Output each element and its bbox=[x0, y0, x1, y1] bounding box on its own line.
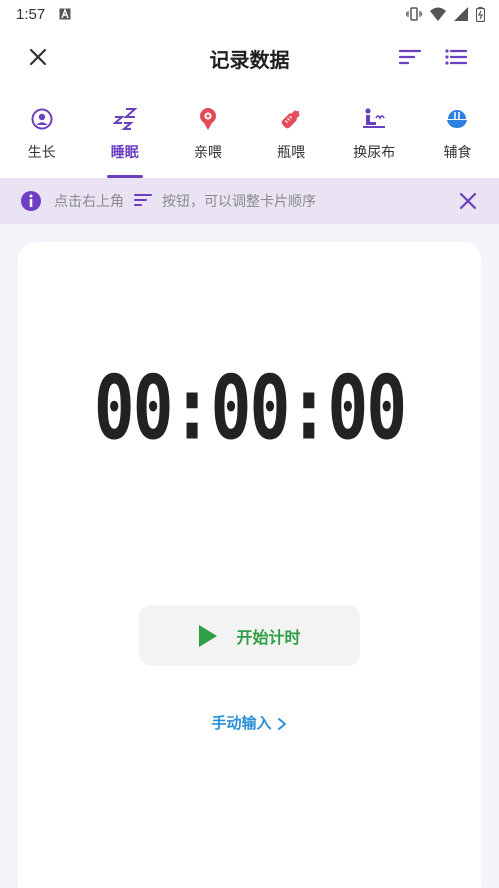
sort-button[interactable] bbox=[394, 43, 426, 75]
tab-solid-food[interactable]: 辅食 bbox=[416, 90, 499, 178]
tab-label: 瓶喂 bbox=[277, 144, 306, 160]
chevron-right-icon bbox=[276, 716, 288, 730]
status-right bbox=[406, 6, 485, 22]
tab-bottle[interactable]: 瓶喂 bbox=[250, 90, 333, 178]
timer-display: 00:00:00 bbox=[93, 358, 408, 461]
vibrate-icon bbox=[406, 6, 422, 22]
tip-banner: 点击右上角 按钮，可以调整卡片顺序 bbox=[0, 178, 499, 224]
start-timer-button[interactable]: 开始计时 bbox=[139, 605, 360, 666]
wifi-icon bbox=[430, 7, 446, 21]
diaper-change-icon bbox=[361, 106, 387, 132]
status-time: 1:57 bbox=[16, 5, 46, 23]
status-left: 1:57 bbox=[16, 5, 71, 24]
sort-icon bbox=[134, 192, 152, 210]
play-icon bbox=[198, 624, 220, 648]
tab-breastfeed[interactable]: 亲喂 bbox=[166, 90, 249, 178]
list-icon bbox=[445, 49, 468, 69]
tab-sleep[interactable]: 睡眠 bbox=[83, 90, 166, 178]
info-icon bbox=[20, 190, 42, 212]
sleep-zzz-icon bbox=[112, 106, 138, 132]
tab-diaper[interactable]: 换尿布 bbox=[333, 90, 416, 178]
close-tip-button[interactable] bbox=[457, 190, 479, 212]
category-tabs: 生长 睡眠 亲喂 瓶喂 换尿布 辅食 bbox=[0, 90, 499, 178]
close-icon bbox=[459, 192, 477, 210]
app-bar: 记录数据 bbox=[0, 28, 499, 90]
signal-icon bbox=[454, 7, 468, 21]
sort-icon bbox=[398, 49, 422, 69]
sleep-timer-card: 00:00:00 开始计时 手动输入 bbox=[18, 242, 481, 888]
font-a-icon bbox=[59, 5, 71, 24]
battery-icon bbox=[476, 6, 485, 22]
person-circle-icon bbox=[29, 106, 55, 132]
tip-text-before: 点击右上角 bbox=[54, 194, 124, 210]
manual-input-label: 手动输入 bbox=[211, 715, 272, 732]
tab-growth[interactable]: 生长 bbox=[0, 90, 83, 178]
bowl-icon bbox=[444, 106, 470, 132]
tab-label: 生长 bbox=[27, 144, 56, 160]
breastfeed-icon bbox=[195, 106, 221, 132]
list-button[interactable] bbox=[440, 43, 472, 75]
tab-label: 亲喂 bbox=[193, 144, 222, 160]
tab-label: 辅食 bbox=[443, 144, 472, 160]
baby-bottle-icon bbox=[278, 106, 304, 132]
tip-text-after: 按钮，可以调整卡片顺序 bbox=[162, 194, 316, 210]
start-timer-label: 开始计时 bbox=[236, 629, 301, 647]
status-bar: 1:57 bbox=[0, 0, 499, 28]
tab-label: 睡眠 bbox=[110, 144, 139, 160]
manual-input-link[interactable]: 手动输入 bbox=[18, 712, 481, 733]
tab-label: 换尿布 bbox=[353, 144, 396, 160]
